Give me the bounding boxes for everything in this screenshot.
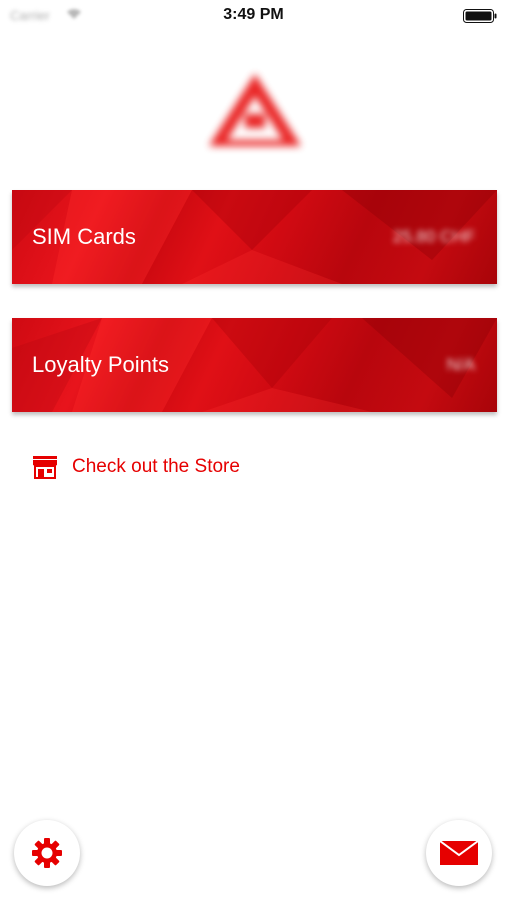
settings-button[interactable] (14, 820, 80, 886)
store-icon (33, 456, 57, 479)
battery-icon (463, 9, 497, 23)
sim-cards-balance: 25.80 CHF (392, 227, 475, 246)
loyalty-points-label: Loyalty Points (32, 352, 169, 377)
store-link-label: Check out the Store (72, 456, 240, 477)
brand-logo (209, 74, 301, 146)
sim-cards-label: SIM Cards (32, 224, 136, 249)
gear-icon (32, 838, 62, 868)
sim-cards-card[interactable]: SIM Cards 25.80 CHF (12, 190, 497, 284)
status-bar: Carrier 3:49 PM (0, 0, 507, 30)
store-link[interactable]: Check out the Store (32, 450, 240, 484)
loyalty-points-card[interactable]: Loyalty Points N/A (12, 318, 497, 412)
mail-button[interactable] (426, 820, 492, 886)
loyalty-points-value: N/A (446, 355, 475, 374)
mail-icon (440, 840, 478, 865)
status-time: 3:49 PM (223, 6, 284, 23)
